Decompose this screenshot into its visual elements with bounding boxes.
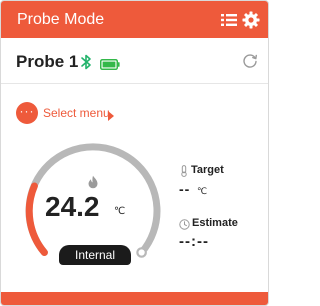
- estimate-label: Estimate: [192, 217, 238, 229]
- bottom-accent-bar: [1, 292, 268, 305]
- target-label: Target: [191, 164, 224, 176]
- page-title: Probe Mode: [17, 11, 105, 28]
- clock-icon: [179, 217, 190, 230]
- target-value: --: [179, 181, 191, 197]
- list-icon[interactable]: [220, 11, 238, 29]
- app-header: Probe Mode: [1, 1, 268, 38]
- thermometer-icon: [179, 164, 189, 177]
- sensor-label-internal: Internal: [59, 245, 131, 265]
- battery-icon: [100, 57, 120, 70]
- estimate-value: --:--: [179, 233, 209, 250]
- target-unit: ℃: [197, 186, 208, 196]
- app-frame: Probe Mode Probe 1 ··· Select menu 24.2 …: [0, 0, 269, 306]
- probe-row: Probe 1: [1, 38, 268, 84]
- probe-name: Probe 1: [16, 52, 79, 71]
- bluetooth-icon: [79, 53, 93, 71]
- flame-icon: [87, 175, 99, 189]
- refresh-icon[interactable]: [241, 52, 259, 70]
- more-dots-icon: ···: [16, 102, 38, 124]
- gear-icon[interactable]: [242, 11, 260, 29]
- temperature-unit: ℃: [114, 206, 126, 217]
- select-menu-label: Select menu: [43, 106, 110, 120]
- play-arrow-icon: [108, 108, 114, 121]
